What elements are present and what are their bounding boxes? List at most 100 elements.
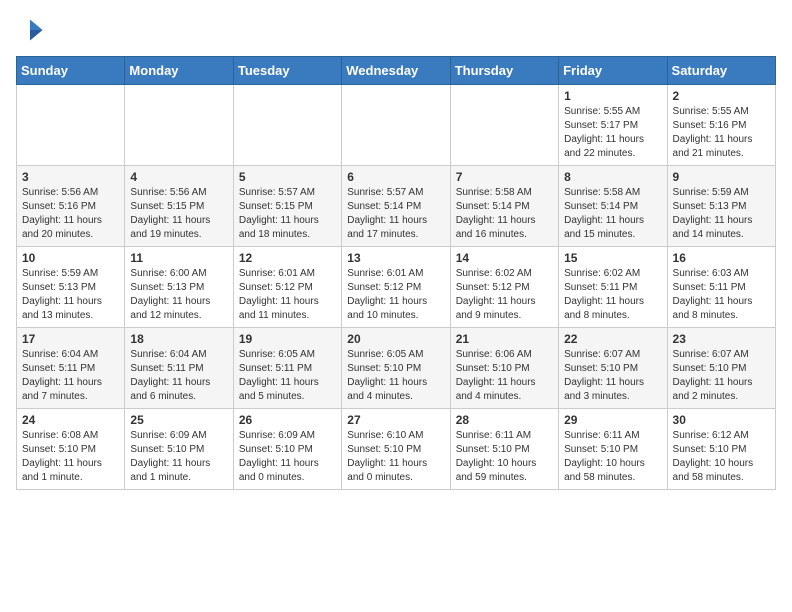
calendar-cell-5-6: 29 Sunrise: 6:11 AM Sunset: 5:10 PM Dayli…: [559, 409, 667, 490]
calendar-cell-3-6: 15 Sunrise: 6:02 AM Sunset: 5:11 PM Dayli…: [559, 247, 667, 328]
day-number: 21: [456, 332, 553, 346]
day-number: 30: [673, 413, 770, 427]
day-number: 2: [673, 89, 770, 103]
day-number: 15: [564, 251, 661, 265]
day-number: 11: [130, 251, 227, 265]
calendar-cell-3-5: 14Sunrise: 6:02 AM Sunset: 5:12 PM Dayli…: [450, 247, 558, 328]
calendar-cell-1-3: [233, 85, 341, 166]
day-info: Sunrise: 6:02 AM Sunset: 5:11 PM Dayligh…: [564, 267, 661, 323]
calendar-cell-4-6: 22 Sunrise: 6:07 AM Sunset: 5:10 PM Dayli…: [559, 328, 667, 409]
calendar-cell-4-2: 18 Sunrise: 6:04 AM Sunset: 5:11 PM Dayli…: [125, 328, 233, 409]
calendar-week-1: 1 Sunrise: 5:55 AM Sunset: 5:17 PM Daylig…: [17, 85, 776, 166]
day-number: 22: [564, 332, 661, 346]
day-number: 18: [130, 332, 227, 346]
calendar-cell-3-2: 11 Sunrise: 6:00 AM Sunset: 5:13 PM Dayli…: [125, 247, 233, 328]
calendar-cell-3-1: 10 Sunrise: 5:59 AM Sunset: 5:13 PM Dayli…: [17, 247, 125, 328]
calendar-week-4: 17 Sunrise: 6:04 AM Sunset: 5:11 PM Dayli…: [17, 328, 776, 409]
day-number: 6: [347, 170, 444, 184]
calendar-cell-1-6: 1 Sunrise: 5:55 AM Sunset: 5:17 PM Daylig…: [559, 85, 667, 166]
day-info: Sunrise: 6:09 AM Sunset: 5:10 PM Dayligh…: [130, 429, 227, 485]
day-number: 19: [239, 332, 336, 346]
day-info: Sunrise: 6:04 AM Sunset: 5:11 PM Dayligh…: [22, 348, 119, 404]
day-info: Sunrise: 6:09 AM Sunset: 5:10 PM Dayligh…: [239, 429, 336, 485]
day-info: Sunrise: 6:07 AM Sunset: 5:10 PM Dayligh…: [673, 348, 770, 404]
day-number: 10: [22, 251, 119, 265]
calendar-week-3: 10 Sunrise: 5:59 AM Sunset: 5:13 PM Dayli…: [17, 247, 776, 328]
day-info: Sunrise: 5:58 AM Sunset: 5:14 PM Dayligh…: [456, 186, 553, 242]
calendar-cell-1-1: [17, 85, 125, 166]
calendar-cell-2-4: 6Sunrise: 5:57 AM Sunset: 5:14 PM Daylig…: [342, 166, 450, 247]
logo: [16, 16, 48, 44]
day-info: Sunrise: 6:05 AM Sunset: 5:10 PM Dayligh…: [347, 348, 444, 404]
day-number: 5: [239, 170, 336, 184]
day-info: Sunrise: 5:56 AM Sunset: 5:16 PM Dayligh…: [22, 186, 119, 242]
day-info: Sunrise: 6:01 AM Sunset: 5:12 PM Dayligh…: [347, 267, 444, 323]
day-info: Sunrise: 6:04 AM Sunset: 5:11 PM Dayligh…: [130, 348, 227, 404]
day-info: Sunrise: 6:03 AM Sunset: 5:11 PM Dayligh…: [673, 267, 770, 323]
day-number: 1: [564, 89, 661, 103]
day-info: Sunrise: 6:11 AM Sunset: 5:10 PM Dayligh…: [564, 429, 661, 485]
day-number: 13: [347, 251, 444, 265]
day-info: Sunrise: 5:59 AM Sunset: 5:13 PM Dayligh…: [22, 267, 119, 323]
calendar-cell-1-5: [450, 85, 558, 166]
calendar-cell-4-1: 17 Sunrise: 6:04 AM Sunset: 5:11 PM Dayli…: [17, 328, 125, 409]
calendar-table: SundayMondayTuesdayWednesdayThursdayFrid…: [16, 56, 776, 490]
page-header: [16, 16, 776, 44]
calendar-cell-5-1: 24 Sunrise: 6:08 AM Sunset: 5:10 PM Dayli…: [17, 409, 125, 490]
day-info: Sunrise: 5:58 AM Sunset: 5:14 PM Dayligh…: [564, 186, 661, 242]
header-saturday: Saturday: [667, 57, 775, 85]
day-number: 24: [22, 413, 119, 427]
calendar-cell-5-4: 27Sunrise: 6:10 AM Sunset: 5:10 PM Dayli…: [342, 409, 450, 490]
header-thursday: Thursday: [450, 57, 558, 85]
day-number: 8: [564, 170, 661, 184]
day-info: Sunrise: 5:55 AM Sunset: 5:16 PM Dayligh…: [673, 105, 770, 161]
calendar-cell-2-1: 3 Sunrise: 5:56 AM Sunset: 5:16 PM Daylig…: [17, 166, 125, 247]
calendar-cell-4-5: 21Sunrise: 6:06 AM Sunset: 5:10 PM Dayli…: [450, 328, 558, 409]
calendar-cell-2-6: 8 Sunrise: 5:58 AM Sunset: 5:14 PM Daylig…: [559, 166, 667, 247]
day-info: Sunrise: 5:59 AM Sunset: 5:13 PM Dayligh…: [673, 186, 770, 242]
calendar-cell-2-5: 7 Sunrise: 5:58 AM Sunset: 5:14 PM Daylig…: [450, 166, 558, 247]
calendar-cell-5-3: 26 Sunrise: 6:09 AM Sunset: 5:10 PM Dayli…: [233, 409, 341, 490]
calendar-cell-4-3: 19 Sunrise: 6:05 AM Sunset: 5:11 PM Dayli…: [233, 328, 341, 409]
calendar-cell-4-7: 23 Sunrise: 6:07 AM Sunset: 5:10 PM Dayli…: [667, 328, 775, 409]
calendar-cell-4-4: 20Sunrise: 6:05 AM Sunset: 5:10 PM Dayli…: [342, 328, 450, 409]
day-number: 3: [22, 170, 119, 184]
day-info: Sunrise: 6:01 AM Sunset: 5:12 PM Dayligh…: [239, 267, 336, 323]
calendar-cell-3-3: 12Sunrise: 6:01 AM Sunset: 5:12 PM Dayli…: [233, 247, 341, 328]
day-info: Sunrise: 6:08 AM Sunset: 5:10 PM Dayligh…: [22, 429, 119, 485]
day-number: 7: [456, 170, 553, 184]
day-info: Sunrise: 6:07 AM Sunset: 5:10 PM Dayligh…: [564, 348, 661, 404]
header-wednesday: Wednesday: [342, 57, 450, 85]
day-number: 9: [673, 170, 770, 184]
day-number: 23: [673, 332, 770, 346]
day-number: 16: [673, 251, 770, 265]
header-monday: Monday: [125, 57, 233, 85]
header-tuesday: Tuesday: [233, 57, 341, 85]
calendar-cell-1-2: [125, 85, 233, 166]
day-info: Sunrise: 6:02 AM Sunset: 5:12 PM Dayligh…: [456, 267, 553, 323]
calendar-cell-5-5: 28Sunrise: 6:11 AM Sunset: 5:10 PM Dayli…: [450, 409, 558, 490]
calendar-cell-3-4: 13 Sunrise: 6:01 AM Sunset: 5:12 PM Dayli…: [342, 247, 450, 328]
day-info: Sunrise: 5:55 AM Sunset: 5:17 PM Dayligh…: [564, 105, 661, 161]
day-number: 27: [347, 413, 444, 427]
day-number: 26: [239, 413, 336, 427]
day-info: Sunrise: 6:05 AM Sunset: 5:11 PM Dayligh…: [239, 348, 336, 404]
calendar-cell-1-4: [342, 85, 450, 166]
day-number: 29: [564, 413, 661, 427]
header-friday: Friday: [559, 57, 667, 85]
day-number: 17: [22, 332, 119, 346]
calendar-cell-5-7: 30 Sunrise: 6:12 AM Sunset: 5:10 PM Dayli…: [667, 409, 775, 490]
logo-icon: [16, 16, 44, 44]
day-info: Sunrise: 6:12 AM Sunset: 5:10 PM Dayligh…: [673, 429, 770, 485]
calendar-week-5: 24 Sunrise: 6:08 AM Sunset: 5:10 PM Dayli…: [17, 409, 776, 490]
calendar-cell-3-7: 16 Sunrise: 6:03 AM Sunset: 5:11 PM Dayli…: [667, 247, 775, 328]
calendar-header-row: SundayMondayTuesdayWednesdayThursdayFrid…: [17, 57, 776, 85]
day-number: 28: [456, 413, 553, 427]
day-info: Sunrise: 6:00 AM Sunset: 5:13 PM Dayligh…: [130, 267, 227, 323]
calendar-cell-2-2: 4 Sunrise: 5:56 AM Sunset: 5:15 PM Daylig…: [125, 166, 233, 247]
day-number: 4: [130, 170, 227, 184]
calendar-week-2: 3 Sunrise: 5:56 AM Sunset: 5:16 PM Daylig…: [17, 166, 776, 247]
day-number: 25: [130, 413, 227, 427]
calendar-cell-1-7: 2 Sunrise: 5:55 AM Sunset: 5:16 PM Daylig…: [667, 85, 775, 166]
day-info: Sunrise: 5:56 AM Sunset: 5:15 PM Dayligh…: [130, 186, 227, 242]
